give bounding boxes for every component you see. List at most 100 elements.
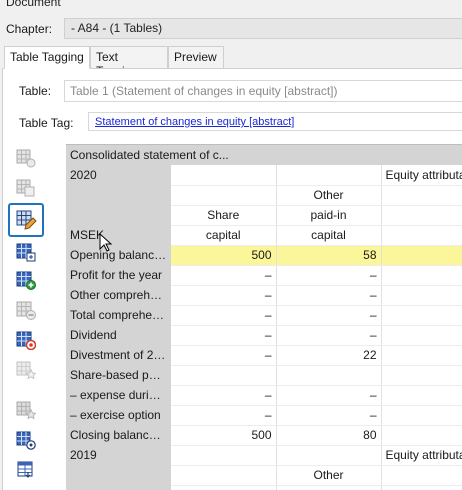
- table-row[interactable]: Other: [66, 185, 462, 206]
- share-capital-cell[interactable]: 500: [171, 425, 277, 446]
- equity-attributable-cell[interactable]: Equity attributable: [381, 445, 462, 466]
- equity-attributable-cell[interactable]: [381, 485, 462, 490]
- row-label-cell[interactable]: Opening balance, January 1: [66, 245, 171, 265]
- row-label-cell[interactable]: Closing balance, December 31: [66, 425, 171, 445]
- table-row[interactable]: Dividend – –: [66, 325, 462, 346]
- table-preview-grid[interactable]: Consolidated statement of c... 2020 Equity…: [66, 144, 462, 490]
- remove-table-button[interactable]: [12, 327, 40, 353]
- equity-attributable-cell[interactable]: [381, 285, 462, 306]
- table-star-alt-button[interactable]: [12, 397, 40, 423]
- tab-preview[interactable]: Preview: [168, 46, 224, 69]
- paid-in-capital-cell[interactable]: –: [276, 265, 382, 286]
- paid-in-capital-cell[interactable]: –: [276, 285, 382, 306]
- equity-attributable-cell[interactable]: [381, 305, 462, 326]
- paid-in-capital-cell[interactable]: 80: [276, 425, 382, 446]
- paid-in-capital-cell[interactable]: [276, 165, 382, 186]
- paid-in-capital-cell[interactable]: 58: [276, 245, 382, 266]
- share-capital-cell[interactable]: [171, 165, 277, 186]
- paid-in-capital-cell[interactable]: –: [276, 325, 382, 346]
- row-label-cell[interactable]: Profit for the year: [66, 265, 171, 285]
- table-row[interactable]: – exercise option – –: [66, 405, 462, 426]
- table-row[interactable]: Sharepaid-in: [66, 205, 462, 226]
- share-capital-cell[interactable]: [171, 365, 277, 386]
- equity-attributable-cell[interactable]: [381, 465, 462, 486]
- paid-in-capital-cell[interactable]: –: [276, 305, 382, 326]
- row-label-cell[interactable]: 2020: [66, 165, 171, 185]
- table-row[interactable]: MSEK capital capital: [66, 225, 462, 246]
- paid-in-capital-cell[interactable]: paid-in: [276, 205, 382, 226]
- equity-attributable-cell[interactable]: [381, 345, 462, 366]
- share-capital-cell[interactable]: –: [171, 345, 277, 366]
- table-row[interactable]: Profit for the year – –: [66, 265, 462, 286]
- row-label-cell[interactable]: Share-based payment, equit...: [66, 365, 171, 385]
- row-label-cell[interactable]: Divestment of 2 972 466 seri...: [66, 345, 171, 365]
- add-row-button[interactable]: [12, 267, 40, 293]
- row-label-cell[interactable]: Other comprehensive incom...: [66, 285, 171, 305]
- equity-attributable-cell[interactable]: Equity attributable to: [381, 165, 462, 186]
- table-row[interactable]: Sharepaid-in: [66, 485, 462, 490]
- table-selector[interactable]: Table 1 (Statement of changes in equity …: [64, 80, 462, 102]
- paid-in-capital-cell[interactable]: –: [276, 385, 382, 406]
- share-capital-cell[interactable]: capital: [171, 225, 277, 246]
- row-label-cell[interactable]: MSEK: [66, 225, 171, 245]
- row-label-cell[interactable]: Dividend: [66, 325, 171, 345]
- share-capital-cell[interactable]: –: [171, 285, 277, 306]
- paid-in-capital-cell[interactable]: [276, 365, 382, 386]
- equity-attributable-cell[interactable]: [381, 385, 462, 406]
- share-capital-cell[interactable]: Share: [171, 205, 277, 226]
- table-caption-cell[interactable]: Consolidated statement of c...: [66, 145, 462, 165]
- row-label-cell[interactable]: – expense during the year: [66, 385, 171, 405]
- row-label-cell[interactable]: [66, 205, 171, 225]
- tab-table-tagging[interactable]: Table Tagging: [4, 46, 90, 69]
- paid-in-capital-cell[interactable]: Other: [276, 465, 382, 486]
- insert-row-above-button[interactable]: [12, 145, 40, 171]
- equity-attributable-cell[interactable]: [381, 265, 462, 286]
- share-capital-cell[interactable]: [171, 185, 277, 206]
- row-label-cell[interactable]: [66, 485, 171, 490]
- edit-table-button[interactable]: [8, 203, 44, 237]
- row-label-cell[interactable]: [66, 465, 171, 485]
- share-capital-cell[interactable]: 500: [171, 245, 277, 266]
- share-capital-cell[interactable]: –: [171, 325, 277, 346]
- table-export-button[interactable]: [12, 457, 40, 483]
- table-row[interactable]: Divestment of 2 972 466 seri...–22: [66, 345, 462, 366]
- paid-in-capital-cell[interactable]: [276, 445, 382, 466]
- insert-column-button[interactable]: [12, 175, 40, 201]
- table-grid-button[interactable]: [12, 239, 40, 265]
- table-row[interactable]: Total comprehensive income...––: [66, 305, 462, 326]
- share-capital-cell[interactable]: –: [171, 405, 277, 426]
- remove-row-button[interactable]: [12, 297, 40, 323]
- share-capital-cell[interactable]: –: [171, 265, 277, 286]
- share-capital-cell[interactable]: –: [171, 385, 277, 406]
- table-row[interactable]: Other comprehensive incom...––: [66, 285, 462, 306]
- row-label-cell[interactable]: – exercise option: [66, 405, 171, 425]
- paid-in-capital-cell[interactable]: Other: [276, 185, 382, 206]
- paid-in-capital-cell[interactable]: 22: [276, 345, 382, 366]
- equity-attributable-cell[interactable]: [381, 245, 462, 266]
- table-tag-link[interactable]: Statement of changes in equity [abstract…: [95, 116, 294, 128]
- table-settings-button[interactable]: [12, 427, 40, 453]
- row-label-cell[interactable]: 2019: [66, 445, 171, 465]
- equity-attributable-cell[interactable]: [381, 205, 462, 226]
- row-label-cell[interactable]: Total comprehensive income...: [66, 305, 171, 325]
- table-row[interactable]: Closing balance, December 3150080: [66, 425, 462, 446]
- equity-attributable-cell[interactable]: [381, 325, 462, 346]
- equity-attributable-cell[interactable]: [381, 405, 462, 426]
- equity-attributable-cell[interactable]: [381, 365, 462, 386]
- row-label-cell[interactable]: [66, 185, 171, 205]
- chapter-selector[interactable]: - A84 - (1 Tables): [64, 18, 462, 39]
- paid-in-capital-cell[interactable]: –: [276, 405, 382, 426]
- table-row[interactable]: Opening balance, January 150058: [66, 245, 462, 266]
- share-capital-cell[interactable]: [171, 445, 277, 466]
- table-row[interactable]: Other: [66, 465, 462, 486]
- paid-in-capital-cell[interactable]: capital: [276, 225, 382, 246]
- equity-attributable-cell[interactable]: [381, 185, 462, 206]
- table-row[interactable]: 2019 Equity attributable: [66, 445, 462, 466]
- table-row[interactable]: 2020 Equity attributable to: [66, 165, 462, 186]
- equity-attributable-cell[interactable]: [381, 225, 462, 246]
- equity-attributable-cell[interactable]: [381, 425, 462, 446]
- table-star-button[interactable]: [12, 357, 40, 383]
- share-capital-cell[interactable]: [171, 465, 277, 486]
- table-row[interactable]: Consolidated statement of c...: [66, 145, 462, 165]
- paid-in-capital-cell[interactable]: paid-in: [276, 485, 382, 490]
